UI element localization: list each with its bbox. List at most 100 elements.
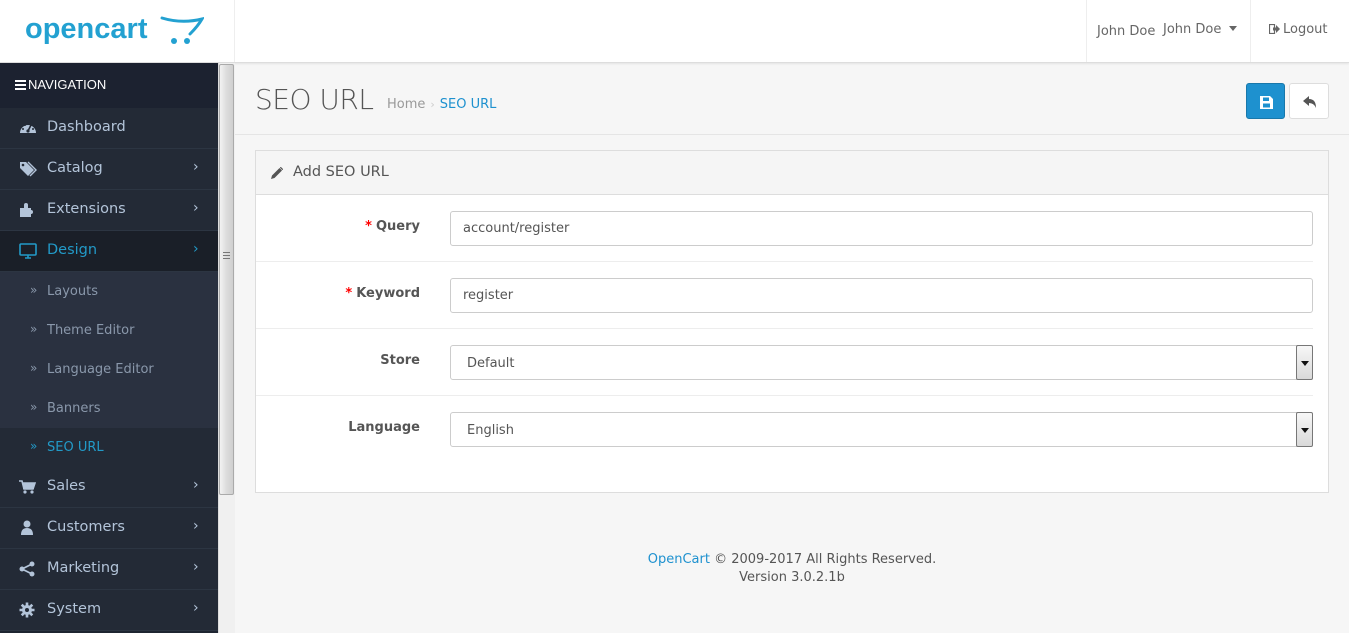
- breadcrumb-home-link[interactable]: Home: [387, 97, 425, 112]
- chevron-right-icon: ›: [193, 518, 199, 534]
- store-selected-value: Default: [467, 356, 515, 371]
- sidebar-item-sales[interactable]: Sales ›: [0, 467, 218, 508]
- sidebar-item-catalog[interactable]: Catalog ›: [0, 149, 218, 190]
- chevron-right-icon: ›: [193, 159, 199, 175]
- sidebar-subitem-label: Theme Editor: [47, 323, 135, 338]
- puzzle-icon: [20, 203, 33, 217]
- form-row-language: Language English: [256, 396, 1313, 463]
- sidebar-item-extensions[interactable]: Extensions ›: [0, 190, 218, 231]
- sidebar-subitem-label: Language Editor: [47, 362, 154, 377]
- sidebar-subitem-label: Banners: [47, 401, 101, 416]
- sidebar-item-label: Catalog: [47, 160, 103, 176]
- sidebar-subitem-seo-url[interactable]: » SEO URL: [0, 428, 218, 467]
- dashboard-icon: [20, 124, 36, 133]
- chevron-right-icon: ›: [193, 241, 199, 257]
- top-header: opencart John Doe John Doe Logout: [0, 0, 1349, 63]
- navigation-label: NAVIGATION: [28, 77, 107, 92]
- sidebar-item-design[interactable]: Design ›: [0, 231, 218, 272]
- save-icon: [1260, 96, 1273, 109]
- sidebar-subitem-label: Layouts: [47, 284, 98, 299]
- form-row-keyword: * Keyword: [256, 262, 1313, 329]
- form-row-query: * Query: [256, 195, 1313, 262]
- footer-version: Version 3.0.2.1b: [739, 570, 845, 585]
- sidebar-item-label: Marketing: [47, 560, 120, 576]
- sidebar-item-label: Design: [47, 242, 98, 258]
- opencart-link[interactable]: OpenCart: [648, 552, 710, 567]
- save-button[interactable]: [1246, 83, 1285, 119]
- shopping-cart-icon: [19, 480, 37, 494]
- sidebar-item-marketing[interactable]: Marketing ›: [0, 549, 218, 590]
- sidebar-item-label: Dashboard: [47, 119, 126, 135]
- store-label: Store: [380, 353, 420, 368]
- add-seo-url-panel: Add SEO URL *Query *Keyword Store Defaul…: [255, 150, 1329, 493]
- opencart-logo[interactable]: opencart: [0, 0, 235, 62]
- navigation-heading: NAVIGATION: [0, 63, 218, 108]
- user-icon: [21, 520, 33, 535]
- main-content: SEO URL Home › SEO URL Add SEO URL * Query …: [235, 63, 1349, 633]
- gear-icon: [19, 602, 35, 618]
- sidebar-item-label: System: [47, 601, 102, 617]
- breadcrumb-current-link[interactable]: SEO URL: [440, 97, 497, 112]
- panel-title: Add SEO URL: [293, 164, 389, 180]
- sidebar: NAVIGATION Dashboard Catalog › Extension…: [0, 63, 218, 633]
- query-label: * Query: [365, 219, 420, 234]
- share-icon: [19, 561, 35, 577]
- caret-down-icon: [1301, 428, 1309, 433]
- back-button[interactable]: [1289, 83, 1329, 119]
- sidebar-scrollbar-thumb[interactable]: [219, 64, 234, 495]
- sidebar-subitem-label: SEO URL: [47, 440, 104, 455]
- select-arrow-button[interactable]: [1296, 345, 1313, 380]
- breadcrumb: Home › SEO URL: [387, 97, 496, 112]
- sidebar-item-dashboard[interactable]: Dashboard: [0, 108, 218, 149]
- design-submenu: » Layouts » Theme Editor » Language Editor …: [0, 272, 218, 467]
- caret-down-icon: [1229, 26, 1238, 31]
- sidebar-item-customers[interactable]: Customers ›: [0, 508, 218, 549]
- sidebar-subitem-banners[interactable]: » Banners: [0, 389, 218, 428]
- double-angle-right-icon: »: [30, 400, 38, 414]
- sign-out-icon: [1268, 23, 1280, 35]
- pencil-icon: [271, 167, 283, 179]
- required-marker: *: [365, 219, 372, 234]
- user-name: John Doe: [1097, 24, 1156, 39]
- footer: OpenCart © 2009-2017 All Rights Reserved…: [235, 551, 1349, 587]
- logo-text: opencart: [25, 13, 148, 45]
- footer-copyright: OpenCart © 2009-2017 All Rights Reserved…: [235, 551, 1349, 569]
- grip-icon: [223, 252, 230, 259]
- user-dropdown-toggle[interactable]: John Doe: [1163, 22, 1238, 37]
- logout-link[interactable]: Logout: [1268, 22, 1328, 37]
- language-label: Language: [348, 420, 420, 435]
- double-angle-right-icon: »: [30, 283, 38, 297]
- breadcrumb-separator: ›: [430, 98, 435, 111]
- keyword-label-text: Keyword: [356, 286, 420, 301]
- keyword-label: * Keyword: [345, 286, 420, 301]
- required-marker: *: [345, 286, 353, 301]
- double-angle-right-icon: »: [30, 361, 38, 375]
- keyword-input[interactable]: [450, 278, 1313, 313]
- reply-icon: [1303, 96, 1316, 108]
- page-header: SEO URL Home › SEO URL: [235, 63, 1349, 135]
- user-dropdown-label: John Doe: [1163, 22, 1222, 37]
- store-select[interactable]: Default: [450, 345, 1313, 380]
- bars-icon: [15, 80, 26, 90]
- sidebar-subitem-theme-editor[interactable]: » Theme Editor: [0, 311, 218, 350]
- caret-down-icon: [1301, 361, 1309, 366]
- chevron-right-icon: ›: [193, 559, 199, 575]
- sidebar-item-label: Sales: [47, 478, 86, 494]
- page-title: SEO URL: [255, 83, 374, 116]
- logout-area: Logout: [1250, 0, 1349, 62]
- language-select[interactable]: English: [450, 412, 1313, 447]
- user-menu: John Doe John Doe: [1086, 0, 1250, 62]
- copyright-text: © 2009-2017 All Rights Reserved.: [709, 552, 937, 567]
- language-selected-value: English: [467, 423, 514, 438]
- sidebar-subitem-language-editor[interactable]: » Language Editor: [0, 350, 218, 389]
- chevron-right-icon: ›: [193, 477, 199, 493]
- monitor-icon: [19, 243, 37, 259]
- sidebar-item-system[interactable]: System ›: [0, 590, 218, 631]
- logout-label: Logout: [1283, 22, 1328, 37]
- query-input[interactable]: [450, 211, 1313, 246]
- select-arrow-button[interactable]: [1296, 412, 1313, 447]
- sidebar-subitem-layouts[interactable]: » Layouts: [0, 272, 218, 311]
- chevron-right-icon: ›: [193, 600, 199, 616]
- chevron-right-icon: ›: [193, 200, 199, 216]
- panel-heading: Add SEO URL: [256, 151, 1328, 195]
